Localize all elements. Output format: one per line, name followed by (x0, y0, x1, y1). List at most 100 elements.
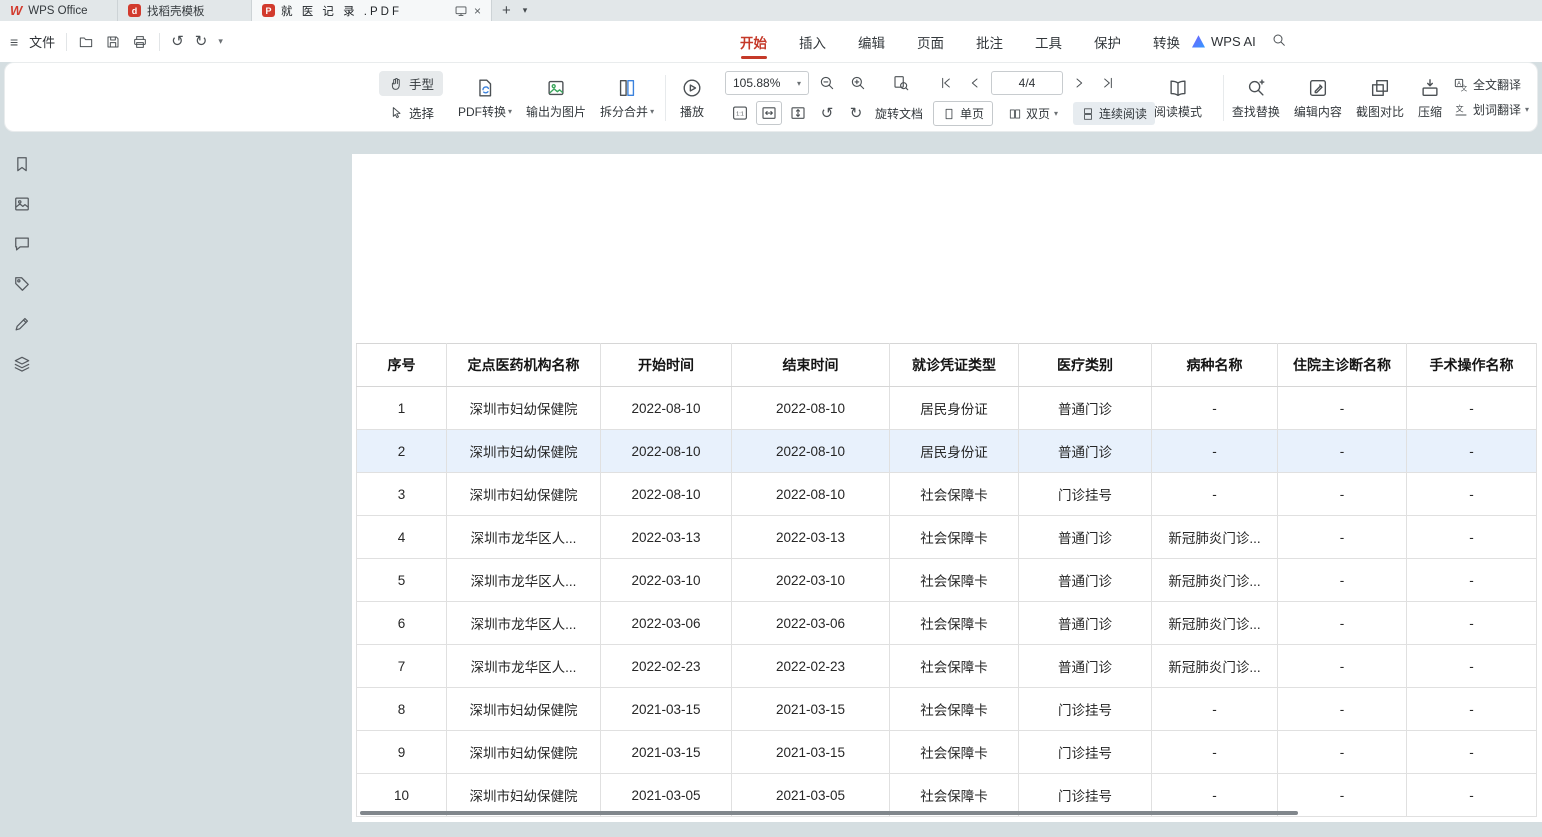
read-mode-group: 阅读模式 (1147, 69, 1209, 127)
tab-document-pdf[interactable]: P 就 医 记 录 .PDF × (252, 0, 492, 21)
column-header: 医疗类别 (1019, 344, 1152, 387)
export-image-button[interactable]: 输出为图片 (519, 69, 593, 127)
tab-wps-office[interactable]: W WPS Office (0, 0, 118, 21)
comment-panel-icon[interactable] (12, 234, 32, 254)
column-header: 病种名称 (1152, 344, 1278, 387)
menu-edit[interactable]: 编辑 (842, 21, 901, 62)
fit-width-button[interactable] (756, 101, 782, 125)
file-menu-button[interactable]: 文件 (29, 32, 55, 51)
open-file-icon[interactable] (78, 34, 94, 50)
zoom-area-button[interactable] (888, 71, 914, 95)
rotate-right-button[interactable]: ↻ (843, 101, 869, 125)
pdf-convert-button[interactable]: PDF转换▾ (451, 69, 519, 127)
thumbnail-panel-icon[interactable] (12, 194, 32, 214)
word-translate-button[interactable]: 文 划词翻译 ▾ (1453, 101, 1529, 118)
wps-ai-label: WPS AI (1211, 34, 1256, 49)
page-indicator-input[interactable]: 4/4 (991, 71, 1063, 95)
menu-protect[interactable]: 保护 (1078, 21, 1137, 62)
highlight-pen-icon[interactable] (12, 314, 32, 334)
wps-ai-button[interactable]: WPS AI (1192, 21, 1256, 62)
find-replace-button[interactable]: 查找替换 (1225, 69, 1287, 127)
table-cell: - (1407, 645, 1537, 688)
table-cell: 2022-08-10 (601, 473, 732, 516)
read-mode-button[interactable]: 阅读模式 (1147, 69, 1209, 127)
play-group: 播放 (673, 69, 711, 127)
save-icon[interactable] (105, 34, 121, 50)
global-search-icon[interactable] (1271, 32, 1287, 48)
rotate-doc-label[interactable]: 旋转文档 (875, 105, 923, 122)
zoom-area-icon (892, 74, 910, 92)
history-chevron-icon[interactable]: ▾ (218, 36, 223, 47)
play-label: 播放 (680, 103, 704, 120)
edit-content-icon (1307, 77, 1329, 99)
rotate-right-icon: ↻ (850, 106, 863, 121)
table-cell: - (1407, 430, 1537, 473)
table-row: 5深圳市龙华区人...2022-03-102022-03-10社会保障卡普通门诊… (357, 559, 1537, 602)
tab-list-chevron-icon[interactable]: ▾ (523, 5, 528, 16)
undo-icon[interactable]: ↺ (171, 34, 184, 49)
table-cell: - (1278, 688, 1407, 731)
menu-tools[interactable]: 工具 (1019, 21, 1078, 62)
menu-home[interactable]: 开始 (724, 21, 783, 62)
table-cell: - (1407, 774, 1537, 817)
actual-size-button[interactable]: 1:1 (727, 101, 753, 125)
compress-button[interactable]: 压缩 (1411, 69, 1449, 127)
zoom-out-button[interactable] (814, 71, 840, 95)
main-menu-icon[interactable]: ≡ (10, 34, 18, 50)
menu-page[interactable]: 页面 (901, 21, 960, 62)
print-icon[interactable] (132, 34, 148, 50)
table-cell: 社会保障卡 (890, 645, 1019, 688)
redo-icon[interactable]: ↻ (195, 34, 208, 49)
close-tab-icon[interactable]: × (474, 4, 481, 18)
table-cell: - (1278, 602, 1407, 645)
table-cell: 2022-03-06 (732, 602, 890, 645)
previous-page-button[interactable] (962, 71, 988, 95)
menu-insert[interactable]: 插入 (783, 21, 842, 62)
table-cell: 深圳市龙华区人... (447, 559, 601, 602)
table-cell: - (1152, 387, 1278, 430)
zoom-level-select[interactable]: 105.88% ▾ (725, 71, 809, 95)
annotation-tag-icon[interactable] (12, 274, 32, 294)
last-page-button[interactable] (1095, 71, 1121, 95)
edit-content-button[interactable]: 编辑内容 (1287, 69, 1349, 127)
single-page-label: 单页 (960, 105, 984, 122)
table-cell: 新冠肺炎门诊... (1152, 516, 1278, 559)
split-merge-button[interactable]: 拆分合并▾ (593, 69, 661, 127)
split-merge-icon (616, 77, 638, 99)
menu-convert[interactable]: 转换 (1137, 21, 1196, 62)
fit-page-button[interactable] (785, 101, 811, 125)
zoom-group: 105.88% ▾ (725, 71, 914, 95)
table-cell: 2022-02-23 (732, 645, 890, 688)
tab-label: WPS Office (28, 5, 87, 17)
table-cell: 门诊挂号 (1019, 473, 1152, 516)
screenshot-compare-button[interactable]: 截图对比 (1349, 69, 1411, 127)
play-button[interactable]: 播放 (673, 69, 711, 127)
rotate-left-button[interactable]: ↺ (814, 101, 840, 125)
double-page-button[interactable]: 双页 ▾ (1000, 102, 1066, 125)
horizontal-scrollbar[interactable] (360, 811, 1298, 815)
first-page-button[interactable] (933, 71, 959, 95)
next-page-button[interactable] (1066, 71, 1092, 95)
table-cell: 2022-08-10 (601, 430, 732, 473)
table-cell: 2021-03-15 (732, 688, 890, 731)
table-cell: 门诊挂号 (1019, 731, 1152, 774)
full-translate-button[interactable]: A文 全文翻译 (1453, 76, 1529, 93)
continuous-reading-button[interactable]: 连续阅读 (1073, 102, 1155, 125)
tab-label: 找稻壳模板 (147, 3, 205, 19)
menu-comment[interactable]: 批注 (960, 21, 1019, 62)
record-table-body: 1深圳市妇幼保健院2022-08-102022-08-10居民身份证普通门诊--… (357, 387, 1537, 817)
single-page-button[interactable]: 单页 (933, 101, 993, 126)
new-tab-button[interactable]: + (502, 2, 511, 19)
edit-content-label: 编辑内容 (1294, 103, 1342, 120)
tab-docer-template[interactable]: d 找稻壳模板 (118, 0, 252, 21)
layers-panel-icon[interactable] (12, 354, 32, 374)
screen-share-icon[interactable] (454, 4, 468, 18)
zoom-in-button[interactable] (845, 71, 871, 95)
bookmark-icon[interactable] (12, 154, 32, 174)
document-canvas[interactable]: 序号定点医药机构名称开始时间结束时间就诊凭证类型医疗类别病种名称住院主诊断名称手… (0, 132, 1542, 837)
table-cell: 社会保障卡 (890, 473, 1019, 516)
select-tool-button[interactable]: 选择 (379, 100, 443, 125)
column-header: 结束时间 (732, 344, 890, 387)
column-header: 序号 (357, 344, 447, 387)
hand-tool-button[interactable]: 手型 (379, 71, 443, 96)
